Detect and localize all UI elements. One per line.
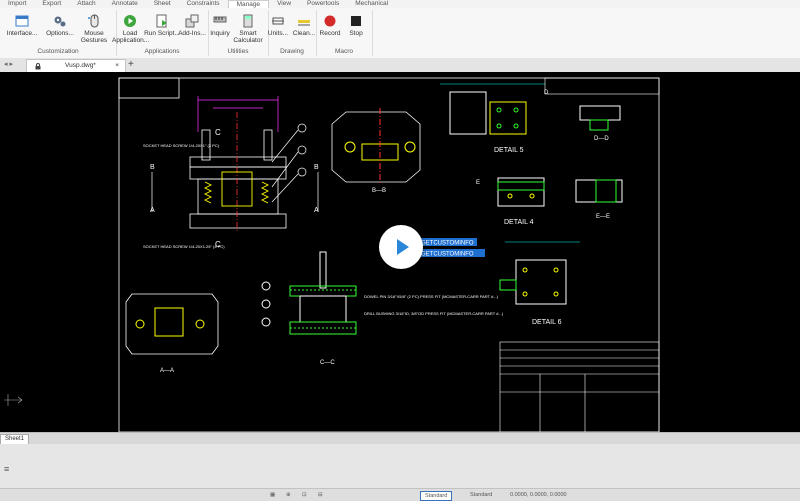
options-label: Options... <box>46 30 74 37</box>
detail-5: DETAIL 5 D <box>440 83 549 154</box>
menu-view[interactable]: View <box>269 0 299 8</box>
command-line[interactable]: ≡ <box>0 444 800 488</box>
smart-calculator-label: Smart Calculator <box>233 30 263 44</box>
detail-5-label: DETAIL 5 <box>494 147 524 154</box>
mouse-icon <box>88 14 99 28</box>
sheet-corner-box <box>118 77 180 99</box>
assembly-front-view: C C B A B A SOCKET HEAD SCREW 1/4-20X1" … <box>143 96 319 249</box>
close-icon[interactable]: × <box>115 60 119 72</box>
menu-powertools[interactable]: Powertools <box>299 0 347 8</box>
group-applications: Load Application... Run Script... Add-In… <box>112 10 209 56</box>
detail-4: DETAIL 4 E <box>476 177 545 226</box>
run-script-icon <box>156 14 167 28</box>
menu-sheet[interactable]: Sheet <box>146 0 179 8</box>
calculator-icon <box>243 14 253 28</box>
note-screw-1: SOCKET HEAD SCREW 1/4-20X1" (2 PC) <box>143 143 220 148</box>
menu-export[interactable]: Export <box>34 0 69 8</box>
note-screw-2: SOCKET HEAD SCREW 1/4-20X1.25" (4 PC) <box>143 244 225 249</box>
view-label-dd: D—D <box>594 136 609 142</box>
view-aa: A—A <box>125 293 219 374</box>
stop-icon <box>351 16 361 26</box>
group-label-applications: Applications <box>144 48 180 55</box>
group-label-customization: Customization <box>37 48 79 55</box>
status-bar: ▦ ⊕ ⊡ ⊟ Standard Standard 0.0000, 0.0000… <box>0 488 800 501</box>
menu-bar: Import Export Attach Annotate Sheet Cons… <box>0 0 800 8</box>
section-label-a-right: A <box>314 207 319 214</box>
menu-annotate[interactable]: Annotate <box>104 0 146 8</box>
view-dd: D—D <box>579 105 621 142</box>
view-ee: E—E <box>575 179 623 220</box>
menu-mechanical[interactable]: Mechanical <box>347 0 396 8</box>
stop-label: Stop <box>349 30 363 37</box>
command-prompt-icon: ≡ <box>4 464 10 474</box>
group-macro: Record Stop Macro <box>316 10 373 56</box>
status-toggle-4[interactable]: ⊟ <box>318 491 323 499</box>
inquiry-icon <box>213 16 227 23</box>
group-label-macro: Macro <box>334 48 354 55</box>
tab-nav-arrows[interactable]: ◂ ▸ <box>4 59 13 71</box>
interface-label: Interface... <box>6 30 38 37</box>
ribbon: Interface... Options... Mouse Gestures C… <box>0 8 800 59</box>
clean-icon <box>298 20 310 26</box>
note-dowel: DOWEL PIN 3/16"X5/8" (2 PC) PRESS FIT (M… <box>364 294 499 299</box>
units-icon <box>272 17 284 25</box>
custom-info-field-2: GETCUSTOMINFO <box>421 252 474 258</box>
status-toggle-2[interactable]: ⊕ <box>286 491 291 499</box>
status-toggle-3[interactable]: ⊡ <box>302 491 307 499</box>
interface-button[interactable]: Interface... <box>4 14 40 37</box>
document-tab[interactable]: Vusp.dwg* × <box>26 59 126 72</box>
video-play-button[interactable] <box>379 225 423 269</box>
view-label-cc: C—C <box>320 360 335 366</box>
group-label-drawing: Drawing <box>280 48 304 55</box>
mouse-gestures-label: Mouse Gestures <box>80 30 108 44</box>
menu-attach[interactable]: Attach <box>69 0 103 8</box>
detail-6: DETAIL 6 <box>499 241 580 326</box>
custom-info-fields: GETCUSTOMINFO GETCUSTOMINFO <box>419 238 485 258</box>
mouse-gestures-button[interactable]: Mouse Gestures <box>76 14 112 44</box>
group-drawing: Units... Clean... Drawing <box>268 10 317 56</box>
note-bushing: DRILL BUSHING 3/16"ID, 3/8"OD PRESS FIT … <box>364 311 504 316</box>
dim-style-select[interactable]: Standard <box>470 491 492 499</box>
coordinate-readout: 0.0000, 0.0000, 0.0000 <box>510 492 567 498</box>
view-cc: C—C DOWEL PIN 3/16"X5/8" (2 PC) PRESS FI… <box>261 251 504 366</box>
status-toggle-1[interactable]: ▦ <box>270 491 275 499</box>
detail-4-label: DETAIL 4 <box>504 219 534 226</box>
ucs-icon <box>4 394 23 406</box>
section-label-e: E <box>476 180 480 186</box>
record-icon <box>324 15 336 27</box>
new-tab-button[interactable]: + <box>128 59 134 71</box>
interface-icon <box>15 15 29 27</box>
view-label-ee: E—E <box>596 214 610 220</box>
addins-icon <box>185 14 199 28</box>
section-label-a: A <box>150 207 155 214</box>
load-application-button[interactable]: Load Application... <box>112 14 149 44</box>
group-label-utilities: Utilities <box>227 48 249 55</box>
section-label-c: C <box>215 128 221 137</box>
view-bb: B—B <box>331 108 421 194</box>
view-label-aa: A—A <box>160 368 174 374</box>
menu-constraints[interactable]: Constraints <box>179 0 228 8</box>
section-label-b-right: B <box>314 164 319 171</box>
custom-info-field-1: GETCUSTOMINFO <box>421 241 474 247</box>
load-app-icon <box>124 15 136 27</box>
group-customization: Interface... Options... Mouse Gestures C… <box>0 10 117 56</box>
section-label-b: B <box>150 164 155 171</box>
options-button[interactable]: Options... <box>42 14 78 37</box>
menu-manage[interactable]: Manage <box>227 0 270 8</box>
inquiry-label: Inquiry <box>210 30 230 37</box>
document-tab-label: Vusp.dwg* <box>65 62 96 69</box>
title-block <box>499 77 660 432</box>
gears-icon <box>54 16 66 27</box>
menu-import[interactable]: Import <box>0 0 34 8</box>
view-label-bb: B—B <box>372 188 386 194</box>
detail-6-label: DETAIL 6 <box>532 319 562 326</box>
document-tab-strip: ◂ ▸ Vusp.dwg* × + <box>0 58 800 73</box>
stop-button[interactable]: Stop <box>338 14 374 37</box>
